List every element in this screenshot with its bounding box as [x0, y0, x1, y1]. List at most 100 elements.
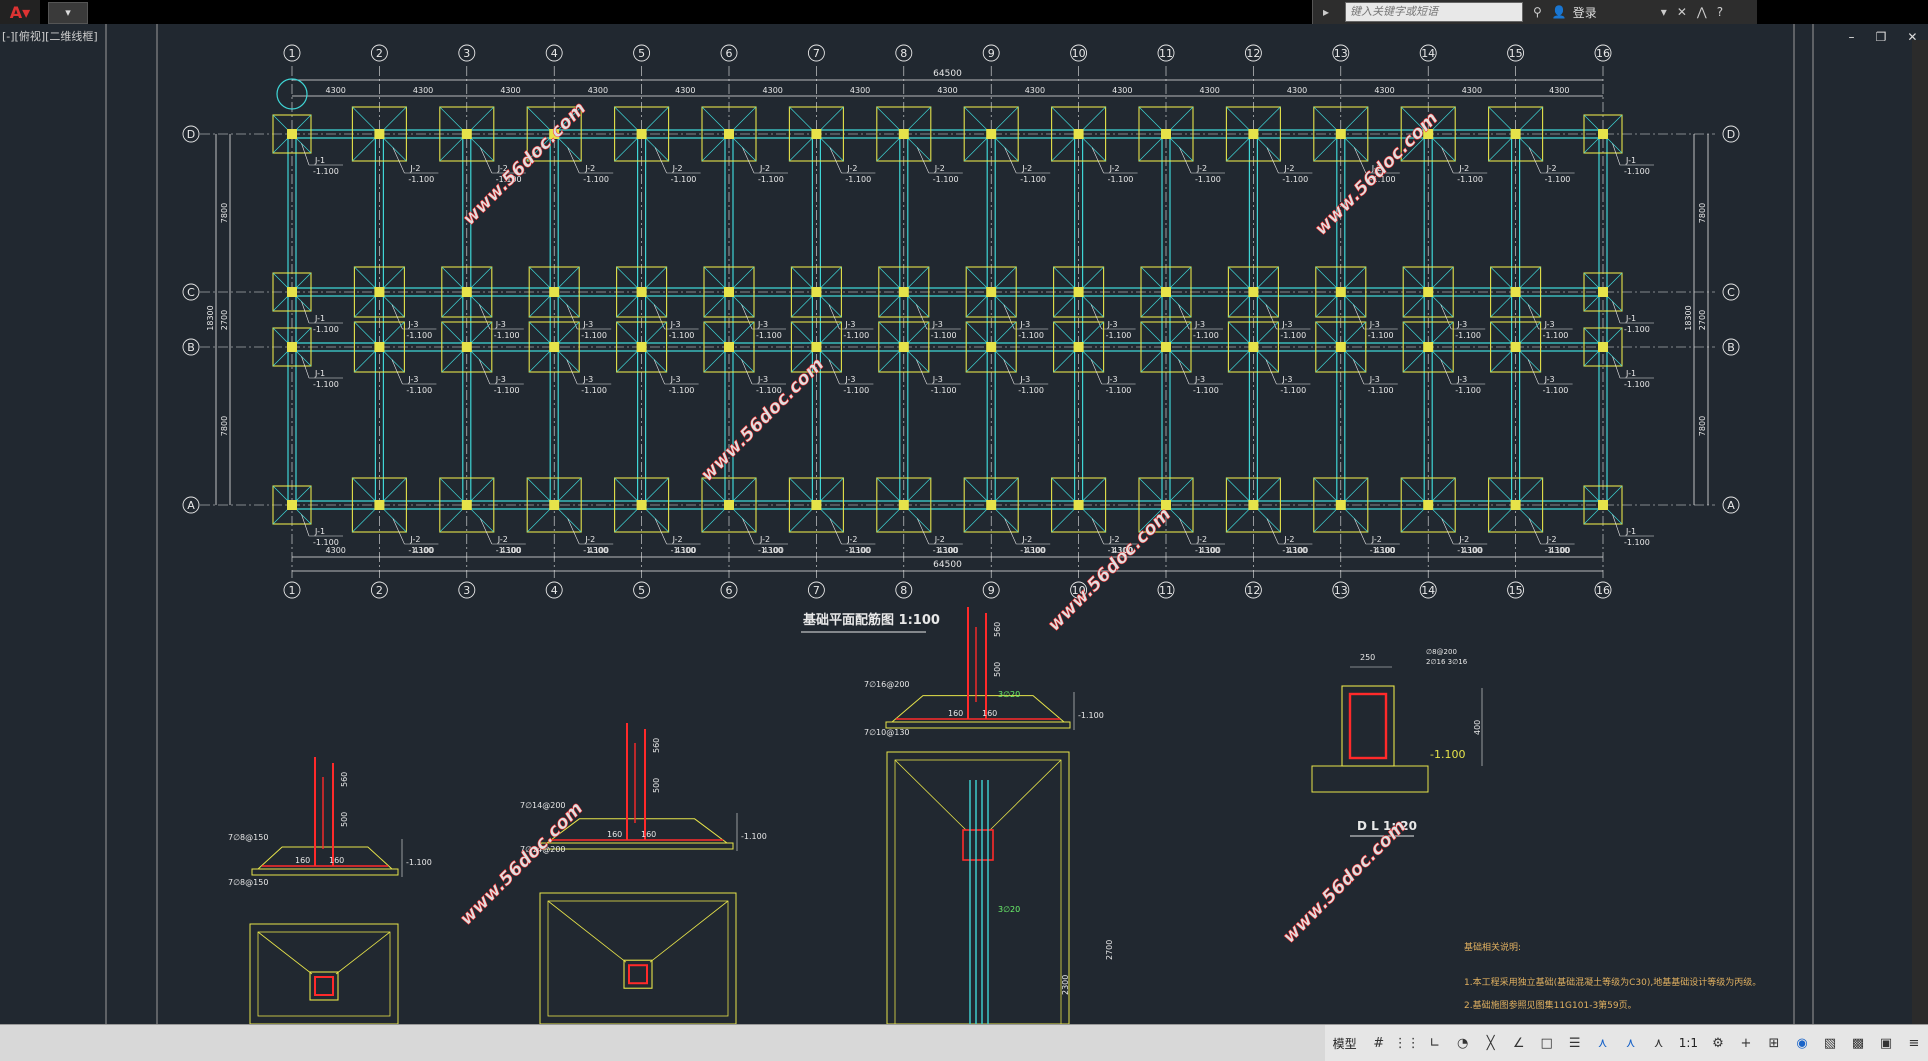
rebar-note: 3∅20 [998, 690, 1020, 699]
bay-dim-text: 4300 [1287, 86, 1307, 95]
footing-label: J-3 [1369, 320, 1380, 329]
footing-label: J-1 [314, 369, 325, 378]
rebar-note: 7∅16@200 [864, 680, 910, 689]
bay-dim-text: 4300 [763, 86, 783, 95]
column [1073, 287, 1084, 297]
dropdown-icon[interactable]: ▾ [1661, 5, 1667, 19]
search-input[interactable]: 键入关键字或短语 [1345, 2, 1524, 22]
status-bar: 模型 # ⋮⋮ ∟ ◔ ╳ ∠ □ ☰ ⋏ ⋏ ⋏ 1:1 ⚙ + ⊞ ◉ ▧ … [0, 1024, 1928, 1061]
bay-dim-text: 4300 [413, 86, 433, 95]
plus-icon[interactable]: + [1734, 1031, 1758, 1055]
axis-label-right: C [1727, 286, 1735, 299]
note-1: 1.本工程采用独立基础(基础混凝土等级为C30),地基基础设计等级为丙级。 [1464, 976, 1761, 988]
column [1510, 287, 1521, 297]
column [1335, 342, 1346, 352]
footing-elev: -1.100 [1108, 175, 1134, 184]
footing-elev: -1.100 [845, 175, 871, 184]
axis-label-left: A [187, 499, 195, 512]
axis-label-top: 11 [1159, 47, 1173, 60]
dim-text: 560 [652, 738, 661, 753]
vertical-scrollbar[interactable] [1912, 40, 1928, 1024]
dynamic-ucs-icon[interactable]: □ [1535, 1031, 1559, 1055]
footing-label: J-3 [1019, 320, 1030, 329]
annotation-visibility-icon[interactable]: ⋏ [1591, 1031, 1615, 1055]
model-space-toggle[interactable]: 模型 [1325, 1035, 1365, 1052]
user-icon[interactable]: 👤 [1552, 5, 1567, 19]
footing-label: J-3 [1281, 375, 1292, 384]
expand-arrow-icon[interactable]: ▸ [1323, 5, 1329, 19]
customize-menu-icon[interactable]: ≡ [1902, 1031, 1926, 1055]
help-icon[interactable]: ? [1717, 5, 1723, 19]
column [374, 129, 385, 139]
column [1248, 342, 1259, 352]
binoculars-icon[interactable]: ⚲ [1533, 5, 1542, 19]
axis-label-top: 6 [726, 47, 733, 60]
auto-scale-icon[interactable]: ⋏ [1619, 1031, 1643, 1055]
login-button[interactable]: 登录 [1573, 4, 1651, 21]
exchange-icon[interactable]: ✕ [1677, 5, 1687, 19]
footing-elev: -1.100 [671, 175, 697, 184]
footing-elev: -1.100 [758, 175, 784, 184]
axis-label-top: 8 [900, 47, 907, 60]
column [1335, 287, 1346, 297]
restore-icon[interactable]: ❐ [1876, 30, 1887, 46]
footing-elev: -1.100 [1457, 546, 1483, 555]
column [1510, 342, 1521, 352]
workspace-gear-icon[interactable]: ⚙ [1706, 1031, 1730, 1055]
autodesk-icon[interactable]: ⋀ [1697, 5, 1707, 19]
units-icon[interactable]: ⊞ [1762, 1031, 1786, 1055]
bay-dim-text: 4300 [326, 546, 346, 555]
title-bar: A▾ ▾ ▸ 键入关键字或短语 ⚲ 👤 登录 ▾ ✕ ⋀ ? [0, 0, 1928, 24]
column [287, 129, 297, 139]
elev-text: -1.100 [741, 832, 767, 841]
footing-elev: -1.100 [669, 386, 695, 395]
footing-elev: -1.100 [1368, 331, 1394, 340]
isodraft-icon[interactable]: ∠ [1507, 1031, 1531, 1055]
snap-icon[interactable]: ⋮⋮ [1394, 1031, 1420, 1055]
quick-access-toolbar[interactable]: ▾ [48, 2, 88, 24]
graphics-icon[interactable]: ▧ [1818, 1031, 1842, 1055]
footing-label: J-2 [1109, 164, 1120, 173]
isolate-icon[interactable]: ◉ [1790, 1031, 1814, 1055]
osnap-icon[interactable]: ╳ [1479, 1031, 1503, 1055]
axis-label-top: 7 [813, 47, 820, 60]
column [1161, 287, 1171, 297]
footing-elev: -1.100 [1020, 546, 1046, 555]
annotation-scale-select[interactable]: 1:1 [1673, 1036, 1704, 1050]
rebar-spacing: 160 [607, 830, 622, 839]
axis-label-top: 2 [376, 47, 383, 60]
footing-label: J-1 [1625, 527, 1636, 536]
footing-elev: -1.100 [494, 331, 520, 340]
notes-title: 基础相关说明: [1464, 941, 1521, 953]
dim-text: 560 [340, 772, 349, 787]
dim-text: 2700 [1105, 940, 1114, 960]
axis-label-right: D [1727, 128, 1735, 141]
clean-screen-icon[interactable]: ▣ [1874, 1031, 1898, 1055]
annotation-scale-icon[interactable]: ⋏ [1647, 1031, 1671, 1055]
footing-elev: -1.100 [1280, 386, 1306, 395]
polar-icon[interactable]: ◔ [1451, 1031, 1475, 1055]
column [1248, 500, 1259, 510]
lineweight-icon[interactable]: ☰ [1563, 1031, 1587, 1055]
footing-elev: -1.100 [1543, 386, 1569, 395]
drawing-canvas[interactable]: 64500 64500 4300 4300 4300 4300 4300 4300 4300 43… [0, 24, 1928, 1025]
footing-label: J-2 [1283, 535, 1294, 544]
viewport-controls[interactable]: [-][俯视][二维线框] [2, 28, 98, 44]
footing-label: J-2 [759, 535, 770, 544]
footing-elev: -1.100 [583, 175, 609, 184]
grid-icon[interactable]: # [1367, 1031, 1391, 1055]
footing-label: J-2 [409, 535, 420, 544]
footing-label: J-3 [932, 375, 943, 384]
footing-elev: -1.100 [1280, 331, 1306, 340]
footing-label: J-2 [759, 164, 770, 173]
footing-elev: -1.100 [669, 331, 695, 340]
column [461, 342, 472, 352]
minimize-icon[interactable]: – [1849, 30, 1855, 46]
ortho-icon[interactable]: ∟ [1423, 1031, 1447, 1055]
axis-label-bottom: 2 [376, 584, 383, 597]
bay-dim-text: 4300 [1374, 86, 1394, 95]
application-menu-button[interactable]: A▾ [0, 0, 40, 24]
footing-label: J-3 [757, 320, 768, 329]
hardware-icon[interactable]: ▩ [1846, 1031, 1870, 1055]
axis-label-top: 5 [638, 47, 645, 60]
